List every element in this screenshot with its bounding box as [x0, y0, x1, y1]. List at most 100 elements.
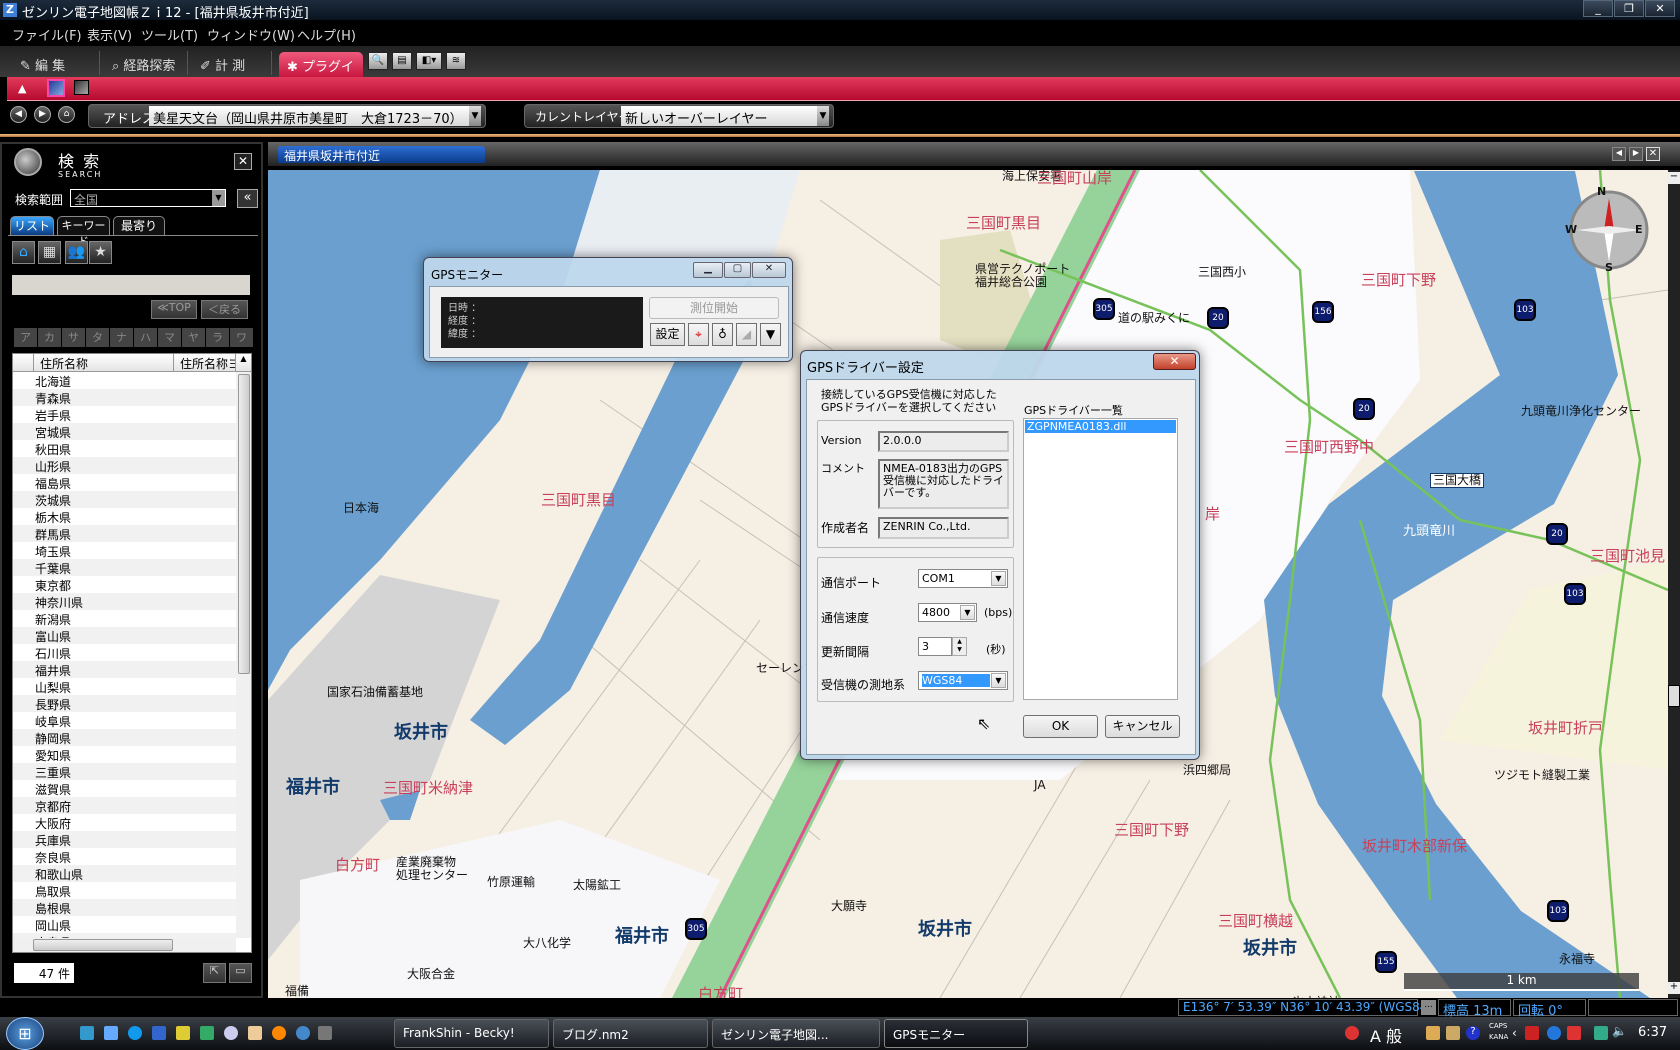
window-layout-icon[interactable]: ◧▾ — [416, 52, 442, 70]
scroll-up-icon[interactable]: ▲ — [236, 354, 251, 372]
table-row[interactable]: 茨城県 — [13, 491, 236, 508]
address-house-icon[interactable]: ⌂ — [12, 241, 35, 264]
table-row[interactable]: 新潟県 — [13, 610, 236, 627]
column-header-reading[interactable]: 住所名称ヨ — [174, 354, 236, 372]
layer-combo[interactable]: 新しいオーバーレイヤー — [621, 106, 817, 126]
table-row[interactable]: 石川県 — [13, 644, 236, 661]
tab-prev-icon[interactable]: ◀ — [1612, 147, 1626, 161]
tab-next-icon[interactable]: ▶ — [1629, 147, 1643, 161]
map-tab[interactable]: 福井県坂井市付近 — [278, 146, 485, 163]
browser-app-icon[interactable] — [224, 1026, 238, 1040]
driver-list[interactable]: ZGPNMEA0183.dll — [1023, 418, 1178, 700]
close-button[interactable]: ✕ — [752, 262, 786, 278]
window-switch-icon[interactable] — [104, 1026, 118, 1040]
show-desktop-icon[interactable] — [80, 1026, 94, 1040]
close-map-tab-icon[interactable]: ✕ — [1646, 147, 1660, 161]
ime-tool-icon[interactable] — [1426, 1026, 1440, 1040]
scrollbar-thumb[interactable] — [33, 939, 173, 951]
top-button[interactable]: ≪TOP — [151, 300, 197, 319]
task-becky[interactable]: FrankShin - Becky! — [394, 1019, 549, 1048]
table-row[interactable]: 山形県 — [13, 457, 236, 474]
maximize-button[interactable]: ▢ — [724, 262, 751, 278]
scrollbar-thumb[interactable] — [238, 374, 250, 674]
menu-help[interactable]: ヘルプ(H) — [297, 25, 356, 44]
table-row[interactable]: 岡山県 — [13, 916, 236, 933]
close-button[interactable]: ✕ — [1645, 0, 1675, 17]
kana-button[interactable]: ハ — [134, 328, 157, 347]
table-row[interactable]: 秋田県 — [13, 440, 236, 457]
tab-plugin[interactable]: ✱ プラグイン — [279, 52, 363, 94]
collapse-panel-button[interactable]: « — [237, 189, 258, 208]
task-zenrin[interactable]: ゼンリン電子地図... — [712, 1019, 880, 1048]
table-row[interactable]: 北海道 — [13, 372, 236, 389]
ime-dictionary-icon[interactable] — [1446, 1026, 1460, 1040]
table-row[interactable]: 静岡県 — [13, 729, 236, 746]
kana-button[interactable]: ナ — [110, 328, 133, 347]
kana-button[interactable]: マ — [158, 328, 181, 347]
chevron-down-icon[interactable]: ▼ — [817, 106, 829, 126]
more-button[interactable]: ... — [1421, 1000, 1436, 1015]
table-row[interactable]: 宮城県 — [13, 423, 236, 440]
tab-keyword[interactable]: キーワード — [57, 216, 110, 248]
gps-plugin-icon[interactable] — [47, 79, 65, 97]
back-button[interactable]: ＜戻る — [201, 300, 248, 319]
power-icon[interactable] — [1567, 1026, 1581, 1040]
zoom-search-icon[interactable]: 🔍 — [368, 52, 388, 70]
menu-view[interactable]: 表示(V) — [87, 25, 132, 44]
minimize-button[interactable]: _ — [1583, 0, 1613, 17]
security-shield-icon[interactable] — [1547, 1026, 1561, 1040]
zoom-out-icon[interactable]: − — [1668, 172, 1680, 184]
table-row[interactable]: 群馬県 — [13, 525, 236, 542]
search-breadcrumb-field[interactable] — [12, 275, 250, 295]
back-icon[interactable]: ◀ — [10, 106, 27, 123]
start-button[interactable]: ⊞ — [6, 1017, 44, 1050]
speed-dropdown[interactable]: 4800 ▼ — [918, 603, 977, 622]
print-icon[interactable]: ▤ — [392, 52, 412, 70]
table-row[interactable]: 島根県 — [13, 899, 236, 916]
table-row[interactable]: 岐阜県 — [13, 712, 236, 729]
kana-button[interactable]: タ — [86, 328, 109, 347]
tab-edit[interactable]: ✎ 編 集 — [12, 51, 100, 75]
table-row[interactable]: 岩手県 — [13, 406, 236, 423]
kana-button[interactable]: ラ — [206, 328, 229, 347]
forward-icon[interactable]: ▶ — [34, 106, 51, 123]
help-icon[interactable]: ? — [1466, 1026, 1480, 1040]
table-row[interactable]: 鳥取県 — [13, 882, 236, 899]
table-row[interactable]: 愛知県 — [13, 746, 236, 763]
task-gps-monitor[interactable]: GPSモニター — [884, 1019, 1028, 1048]
more-dropdown-icon[interactable]: ▼ — [760, 323, 781, 346]
cancel-button[interactable]: キャンセル — [1105, 715, 1180, 738]
flower-app-icon[interactable] — [176, 1026, 190, 1040]
column-header-name[interactable]: 住所名称 — [34, 354, 174, 372]
close-button[interactable]: ✕ — [1153, 353, 1196, 370]
tab-nearest[interactable]: 最寄り — [113, 216, 165, 235]
table-row[interactable]: 福井県 — [13, 661, 236, 678]
ime-indicator[interactable]: A 般 — [1370, 1023, 1402, 1047]
table-row[interactable]: 長野県 — [13, 695, 236, 712]
notepad-icon[interactable] — [248, 1026, 262, 1040]
table-row[interactable]: 千葉県 — [13, 559, 236, 576]
vertical-scrollbar[interactable] — [236, 372, 251, 938]
table-row[interactable]: 山梨県 — [13, 678, 236, 695]
tray-app-icon[interactable] — [1345, 1026, 1359, 1040]
interval-input[interactable]: 3 — [918, 637, 952, 656]
tab-list[interactable]: リスト — [10, 216, 54, 235]
building-icon[interactable]: ▦ — [38, 241, 61, 264]
horizontal-scrollbar[interactable] — [13, 938, 236, 952]
address-combo[interactable]: 美星天文台（岡山県井原市美星町 大倉1723－70） — [149, 106, 469, 126]
zoom-slider-thumb[interactable] — [1668, 685, 1680, 707]
kana-button[interactable]: ワ — [230, 328, 253, 347]
driver-list-item[interactable]: ZGPNMEA0183.dll — [1025, 420, 1176, 433]
close-panel-icon[interactable]: ✕ — [234, 153, 252, 170]
table-row[interactable]: 奈良県 — [13, 848, 236, 865]
show-hidden-icons[interactable]: ‹ — [1512, 1026, 1517, 1040]
table-row[interactable]: 大阪府 — [13, 814, 236, 831]
table-row[interactable]: 三重県 — [13, 763, 236, 780]
clock[interactable]: 6:37 — [1638, 1025, 1667, 1040]
start-positioning-button[interactable]: 測位開始 — [649, 297, 779, 319]
internet-explorer-icon[interactable] — [128, 1026, 142, 1040]
mail-app-icon[interactable] — [200, 1026, 214, 1040]
export-icon[interactable]: ⇱ — [203, 963, 226, 983]
interval-spinner[interactable]: ▲ ▼ — [952, 637, 967, 656]
kana-button[interactable]: カ — [38, 328, 61, 347]
